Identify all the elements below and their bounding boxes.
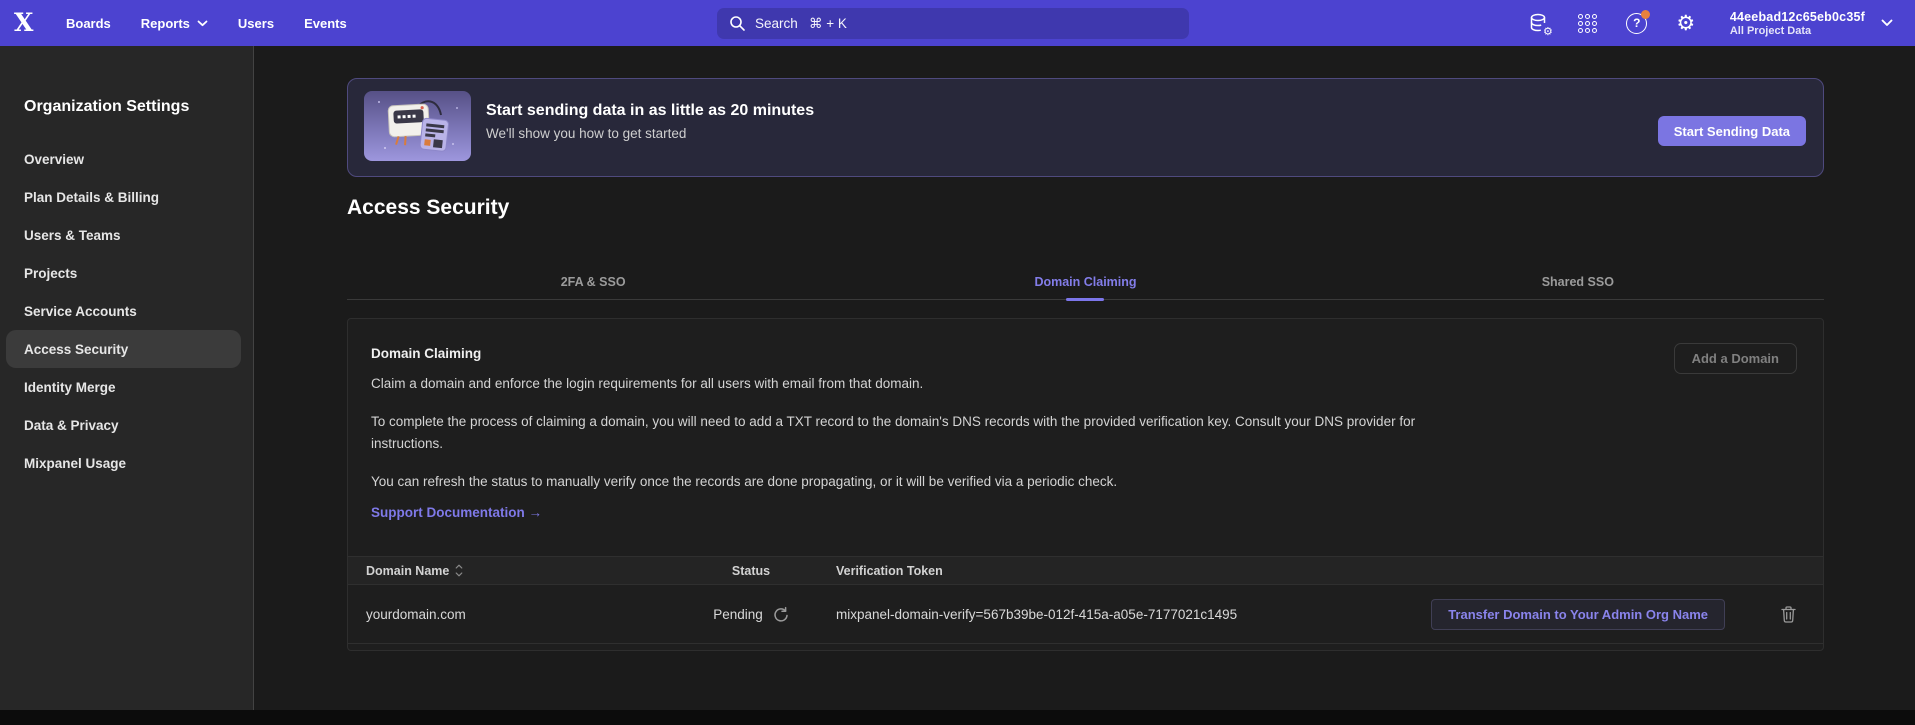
tab-domain-claiming[interactable]: Domain Claiming bbox=[839, 265, 1331, 299]
description-paragraph: Claim a domain and enforce the login req… bbox=[371, 373, 1446, 395]
column-header-domain-name[interactable]: Domain Name bbox=[366, 564, 666, 578]
status-cell: Pending bbox=[666, 606, 836, 623]
org-settings-sidebar: Organization Settings Overview Plan Deta… bbox=[0, 46, 254, 710]
nav-item-label: Users bbox=[238, 16, 274, 31]
sidebar-list: Overview Plan Details & Billing Users & … bbox=[0, 140, 253, 482]
refresh-info-paragraph: You can refresh the status to manually v… bbox=[371, 471, 1446, 493]
help-icon[interactable]: ? bbox=[1626, 12, 1648, 34]
status-text: Pending bbox=[713, 607, 763, 622]
chevron-down-icon bbox=[197, 20, 208, 27]
search-input[interactable] bbox=[755, 16, 1135, 31]
table-row: yourdomain.com Pending mixpanel-domain-v… bbox=[348, 585, 1823, 644]
nav-item-users[interactable]: Users bbox=[238, 16, 274, 31]
tab-2fa-sso[interactable]: 2FA & SSO bbox=[347, 265, 839, 299]
sidebar-item-service-accounts[interactable]: Service Accounts bbox=[6, 292, 241, 330]
transfer-domain-button[interactable]: Transfer Domain to Your Admin Org Name bbox=[1431, 599, 1725, 630]
account-switcher[interactable]: 44eebad12c65eb0c35f All Project Data bbox=[1730, 10, 1893, 37]
refresh-icon bbox=[772, 606, 789, 623]
tab-shared-sso[interactable]: Shared SSO bbox=[1332, 265, 1824, 299]
project-scope: All Project Data bbox=[1730, 25, 1865, 37]
sidebar-item-projects[interactable]: Projects bbox=[6, 254, 241, 292]
add-domain-button[interactable]: Add a Domain bbox=[1674, 343, 1797, 374]
onboarding-banner: Start sending data in as little as 20 mi… bbox=[347, 78, 1824, 177]
verification-token-cell: mixpanel-domain-verify=567b39be-012f-415… bbox=[836, 607, 1403, 622]
banner-title: Start sending data in as little as 20 mi… bbox=[486, 100, 814, 122]
search-icon bbox=[729, 15, 746, 32]
nav-item-label: Events bbox=[304, 16, 347, 31]
nav-right-cluster: ⚙ ? ⚙ 44eebad12c65eb0c35f All Project Da… bbox=[1528, 0, 1893, 46]
mixpanel-logo-icon[interactable]: X bbox=[14, 0, 48, 46]
table-header-row: Domain Name Status Verification Token bbox=[348, 556, 1823, 585]
nav-item-boards[interactable]: Boards bbox=[66, 16, 111, 31]
sidebar-title: Organization Settings bbox=[0, 96, 253, 118]
sidebar-item-plan-details-billing[interactable]: Plan Details & Billing bbox=[6, 178, 241, 216]
page-title: Access Security bbox=[347, 196, 509, 220]
chevron-down-icon bbox=[1881, 19, 1893, 27]
start-sending-data-button[interactable]: Start Sending Data bbox=[1658, 116, 1806, 146]
global-search[interactable] bbox=[717, 8, 1189, 39]
nav-links: Boards Reports Users Events bbox=[66, 16, 347, 31]
trash-icon bbox=[1781, 606, 1796, 623]
settings-gear-icon[interactable]: ⚙ bbox=[1675, 12, 1697, 34]
active-tab-indicator bbox=[1066, 298, 1104, 301]
sidebar-item-identity-merge[interactable]: Identity Merge bbox=[6, 368, 241, 406]
nav-item-events[interactable]: Events bbox=[304, 16, 347, 31]
top-nav: X Boards Reports Users Events ⚙ ? bbox=[0, 0, 1915, 46]
sidebar-item-overview[interactable]: Overview bbox=[6, 140, 241, 178]
delete-domain-button[interactable] bbox=[1781, 606, 1796, 623]
data-management-icon[interactable]: ⚙ bbox=[1528, 12, 1550, 34]
support-documentation-link[interactable]: Support Documentation → bbox=[371, 505, 542, 520]
window-bottom-edge bbox=[0, 710, 1915, 725]
notification-dot bbox=[1641, 10, 1650, 19]
nav-item-reports[interactable]: Reports bbox=[141, 16, 208, 31]
domains-table: Domain Name Status Verification Token yo… bbox=[348, 556, 1823, 644]
nav-item-label: Boards bbox=[66, 16, 111, 31]
domain-claiming-card: Domain Claiming Claim a domain and enfor… bbox=[347, 318, 1824, 651]
sidebar-item-data-privacy[interactable]: Data & Privacy bbox=[6, 406, 241, 444]
sidebar-item-access-security[interactable]: Access Security bbox=[6, 330, 241, 368]
domain-name-cell: yourdomain.com bbox=[366, 607, 666, 622]
sidebar-item-mixpanel-usage[interactable]: Mixpanel Usage bbox=[6, 444, 241, 482]
sort-icon[interactable] bbox=[455, 564, 463, 577]
devices-illustration bbox=[364, 91, 471, 161]
instructions-paragraph: To complete the process of claiming a do… bbox=[371, 411, 1446, 455]
org-id: 44eebad12c65eb0c35f bbox=[1730, 10, 1865, 24]
refresh-status-button[interactable] bbox=[772, 606, 789, 623]
actions-cell: Transfer Domain to Your Admin Org Name bbox=[1403, 599, 1823, 630]
access-security-tabs: 2FA & SSO Domain Claiming Shared SSO bbox=[347, 265, 1824, 300]
nav-item-label: Reports bbox=[141, 16, 190, 31]
sidebar-item-users-teams[interactable]: Users & Teams bbox=[6, 216, 241, 254]
card-title: Domain Claiming bbox=[371, 345, 1799, 363]
column-header-verification-token: Verification Token bbox=[836, 564, 1403, 578]
apps-grid-icon[interactable] bbox=[1577, 12, 1599, 34]
banner-subtitle: We'll show you how to get started bbox=[486, 126, 814, 141]
column-header-status: Status bbox=[666, 564, 836, 578]
gear-badge-icon: ⚙ bbox=[1543, 26, 1553, 37]
